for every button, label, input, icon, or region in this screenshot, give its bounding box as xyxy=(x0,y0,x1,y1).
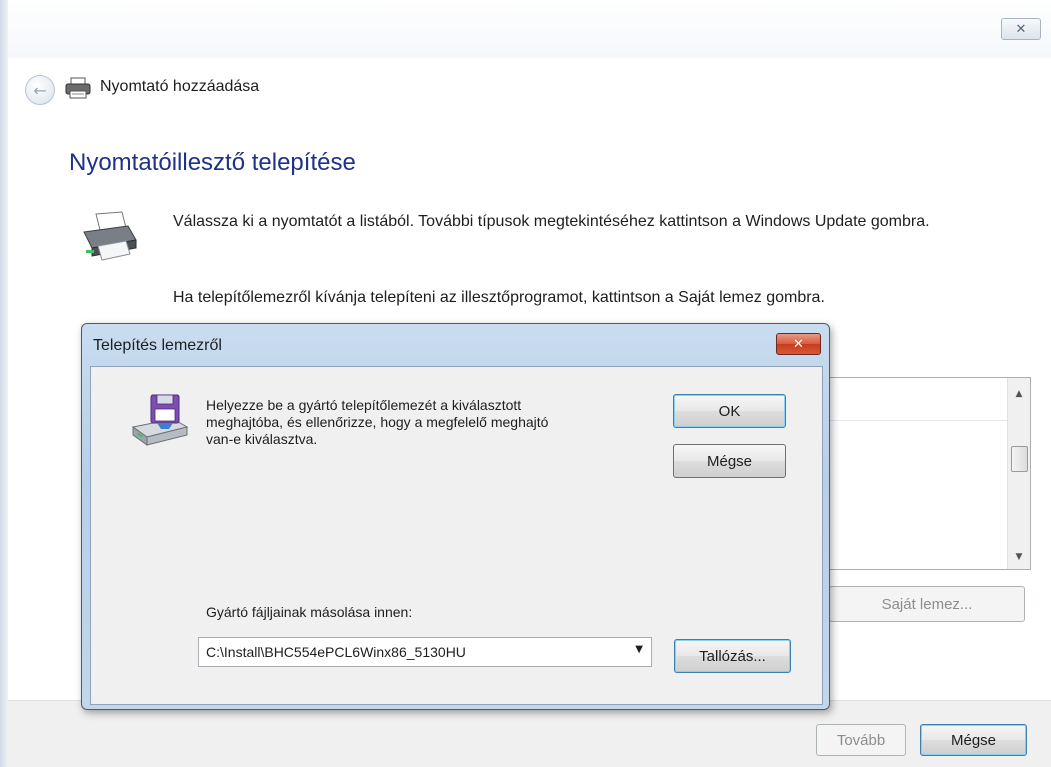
browse-button[interactable]: Tallózás... xyxy=(674,639,791,673)
next-button[interactable]: Tovább xyxy=(816,724,906,756)
intro-text: Válassza ki a nyomtatót a listából. Tová… xyxy=(173,213,930,230)
scroll-thumb[interactable] xyxy=(1011,446,1028,472)
wizard-title: Nyomtató hozzáadása xyxy=(100,78,260,95)
large-printer-icon xyxy=(83,211,137,261)
chevron-down-icon[interactable]: ▼ xyxy=(635,644,643,655)
dialog-body: Helyezze be a gyártó telepítőlemezét a k… xyxy=(90,366,823,705)
dialog-title: Telepítés lemezről xyxy=(93,337,222,354)
disk-drive-icon xyxy=(131,394,189,446)
close-icon: ✕ xyxy=(793,336,804,352)
title-bar xyxy=(8,0,1051,58)
back-arrow-icon: ← xyxy=(33,80,47,100)
install-from-disk-dialog: Telepítés lemezről ✕ Helyezze be a gyárt… xyxy=(81,323,830,710)
cancel-button[interactable]: Mégse xyxy=(920,724,1027,756)
back-button[interactable]: ← xyxy=(25,75,55,105)
dialog-message: Helyezze be a gyártó telepítőlemezét a k… xyxy=(206,397,549,447)
dialog-cancel-button[interactable]: Mégse xyxy=(673,444,786,478)
dialog-close-button[interactable]: ✕ xyxy=(776,333,821,355)
page-heading: Nyomtatóillesztő telepítése xyxy=(69,149,356,176)
window-close-button[interactable]: ✕ xyxy=(1001,18,1041,40)
scroll-up-icon[interactable]: ▲ xyxy=(1008,384,1030,404)
window-edge xyxy=(0,0,8,767)
own-disk-button[interactable]: Saját lemez... xyxy=(829,586,1025,622)
list-scrollbar[interactable]: ▲ ▼ xyxy=(1007,378,1030,569)
ok-button[interactable]: OK xyxy=(673,394,786,428)
copy-from-label: Gyártó fájljainak másolása innen: xyxy=(206,604,413,620)
scroll-down-icon[interactable]: ▼ xyxy=(1008,547,1030,567)
add-printer-wizard: ✕ ← Nyomtató hozzáadása Nyomtatóillesztő… xyxy=(0,0,1051,767)
path-value[interactable]: C:\Install\BHC554ePCL6Winx86_5130HU xyxy=(206,644,466,660)
path-combobox[interactable]: C:\Install\BHC554ePCL6Winx86_5130HU ▼ xyxy=(198,637,652,667)
disk-hint-text: Ha telepítőlemezről kívánja telepíteni a… xyxy=(173,289,825,306)
close-icon: ✕ xyxy=(1015,21,1027,37)
printer-icon xyxy=(65,77,91,99)
